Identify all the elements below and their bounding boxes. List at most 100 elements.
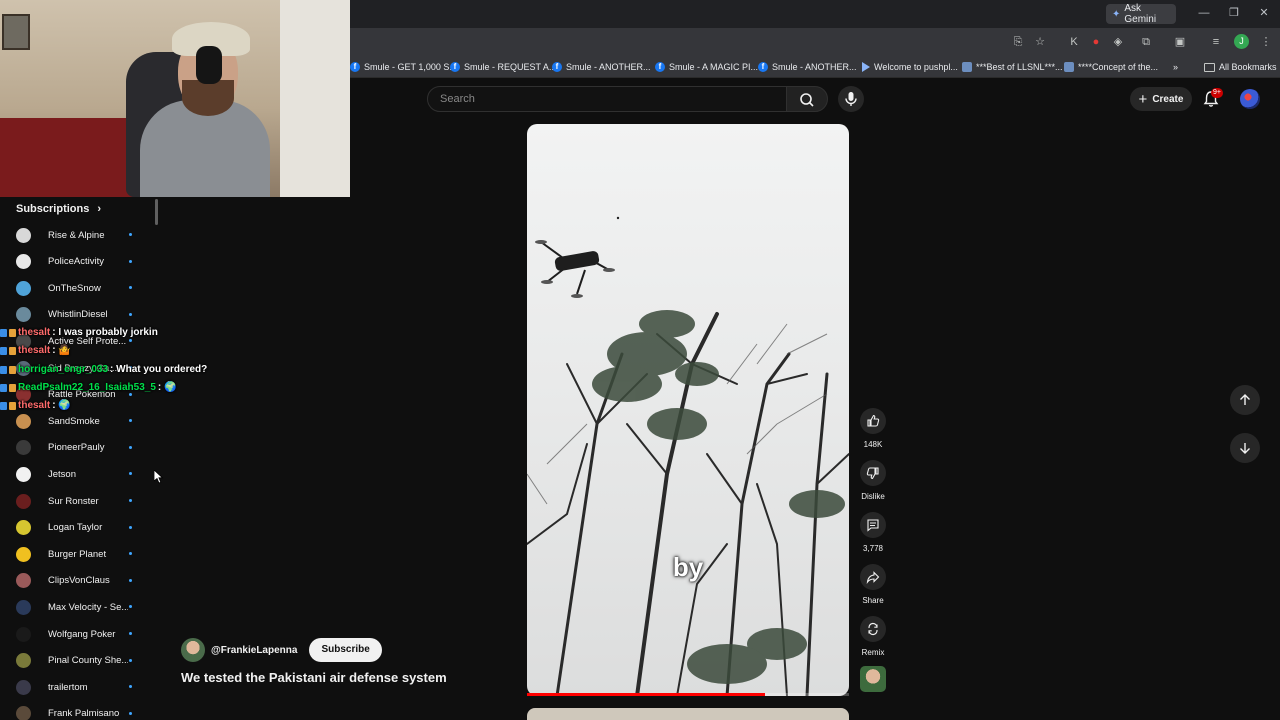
like-button[interactable] [860, 408, 886, 434]
channel-avatar[interactable] [181, 638, 205, 662]
reading-list-icon[interactable]: ≡ [1208, 34, 1224, 50]
next-short-button[interactable] [1230, 433, 1260, 463]
channel-avatar [16, 626, 31, 642]
sidebar-subscription-item[interactable]: Frank Palmisano [16, 705, 152, 720]
video-title[interactable]: We tested the Pakistani air defense syst… [181, 670, 447, 685]
sidebar-subscription-item[interactable]: ClipsVonClaus [16, 572, 152, 590]
comments-button[interactable] [860, 512, 886, 538]
comments-action: 3,778 [860, 512, 886, 553]
all-bookmarks-button[interactable]: All Bookmarks [1204, 60, 1277, 74]
bookmark-item[interactable]: ***Best of LLSNL***... [962, 60, 1063, 74]
extension-icon[interactable]: ◈ [1110, 34, 1126, 50]
extension-red-icon[interactable]: ● [1088, 34, 1104, 50]
channel-avatar [16, 413, 31, 429]
audio-source-thumbnail[interactable] [860, 666, 886, 692]
chat-username: thesalt [18, 400, 51, 411]
headphones-icon [196, 46, 222, 84]
sidebar-scrollbar[interactable] [155, 199, 158, 225]
facebook-icon: f [758, 62, 768, 72]
new-content-dot [129, 711, 132, 715]
sidebar-subscription-item[interactable]: PioneerPauly [16, 439, 152, 457]
subscription-label: Logan Taylor [48, 522, 103, 534]
bookmark-item[interactable]: f Smule - ANOTHER... [552, 60, 651, 74]
restore-window-icon[interactable]: ❐ [1222, 4, 1246, 22]
comment-count: 3,778 [862, 544, 884, 553]
share-action: Share [860, 564, 886, 605]
bookmark-item[interactable]: f Smule - GET 1,000 S... [350, 60, 457, 74]
bookmark-item[interactable]: f Smule - REQUEST A... [450, 60, 556, 74]
bookmark-item[interactable]: ****Concept of the... [1064, 60, 1158, 74]
folder-icon [1204, 62, 1215, 72]
subscriptions-sidebar: Subscriptions › Rise & Alpine PoliceActiv… [0, 197, 160, 720]
bookmark-item[interactable]: Welcome to pushpl... [862, 60, 958, 74]
microphone-icon [845, 92, 857, 106]
browser-profile-avatar[interactable]: J [1234, 34, 1249, 49]
channel-avatar [16, 679, 31, 695]
sidebar-subscription-item[interactable]: OnTheSnow [16, 279, 152, 297]
bookmark-item[interactable]: f Smule - ANOTHER... [758, 60, 857, 74]
sidebar-subscription-item[interactable]: Pinal County She... [16, 652, 152, 670]
channel-avatar [16, 280, 31, 296]
subscribe-button[interactable]: Subscribe [309, 638, 382, 662]
chat-text: : I was probably jorkin [52, 327, 158, 338]
chat-badge-icon [0, 346, 7, 355]
subscriptions-header[interactable]: Subscriptions › [16, 203, 101, 215]
remix-button[interactable] [860, 616, 886, 642]
install-app-icon[interactable]: ⎘ [1010, 34, 1026, 50]
dislike-action: Dislike [860, 460, 886, 501]
subscription-label: Burger Planet [48, 548, 107, 560]
chat-badge-icon [0, 365, 7, 374]
close-window-icon[interactable]: ✕ [1252, 4, 1276, 22]
search-box[interactable] [427, 86, 787, 112]
dislike-button[interactable] [860, 460, 886, 486]
bookmark-star-icon[interactable]: ☆ [1032, 34, 1048, 50]
chat-badge-icon [0, 401, 7, 410]
minimize-window-icon[interactable]: — [1192, 4, 1216, 22]
sidebar-subscription-item[interactable]: Sur Ronster [16, 492, 152, 510]
sidebar-subscription-item[interactable]: Burger Planet [16, 545, 152, 563]
sidebar-subscription-item[interactable]: Max Velocity - Se... [16, 598, 152, 616]
share-button[interactable] [860, 564, 886, 590]
search-icon [800, 93, 814, 107]
search-input[interactable] [440, 92, 770, 106]
video-progress-bar[interactable] [527, 693, 849, 696]
remix-action: Remix [860, 616, 886, 657]
search-button[interactable] [786, 86, 828, 112]
sidebar-subscription-item[interactable]: SandSmoke [16, 412, 152, 430]
chat-badge-icon [9, 365, 16, 374]
sidebar-subscription-item[interactable]: Jetson [16, 465, 152, 483]
sidebar-subscription-item[interactable]: Logan Taylor [16, 519, 152, 537]
sidebar-subscription-item[interactable]: WhistlinDiesel [16, 306, 152, 324]
browser-menu-icon[interactable]: ⋮ [1258, 34, 1274, 50]
bookmark-item[interactable]: f Smule - A MAGIC PI... [655, 60, 758, 74]
share-label: Share [862, 596, 884, 605]
video-frame [527, 216, 849, 696]
thumbs-down-icon [866, 467, 879, 480]
sidebar-subscription-item[interactable]: Wolfgang Poker [16, 625, 152, 643]
subscription-label: PioneerPauly [48, 442, 105, 454]
sidebar-subscription-item[interactable]: Rise & Alpine [16, 226, 152, 244]
create-button[interactable]: + Create [1130, 87, 1192, 111]
next-short-preview[interactable] [527, 708, 849, 720]
ask-gemini-button[interactable]: ✦ Ask Gemini [1106, 3, 1176, 25]
sidebar-subscription-item[interactable]: PoliceActivity [16, 253, 152, 271]
chat-badge-icon [9, 383, 16, 392]
channel-avatar [16, 599, 31, 615]
cast-icon[interactable]: ▣ [1172, 34, 1188, 50]
subscription-label: SandSmoke [48, 415, 100, 427]
chat-text: : 🤷 [52, 345, 71, 356]
channel-handle[interactable]: @FrankieLapenna [211, 645, 297, 656]
extensions-puzzle-icon[interactable]: ⧉ [1138, 34, 1154, 50]
more-bookmarks-button[interactable]: » [1173, 60, 1178, 74]
previous-short-button[interactable] [1230, 385, 1260, 415]
chevron-right-icon: › [97, 203, 102, 215]
channel-info: @FrankieLapenna Subscribe [181, 638, 382, 662]
chat-username: ReadPsalm22_16_Isaiah53_5 [18, 382, 156, 393]
short-video-player[interactable]: by [527, 124, 849, 696]
extension-k-icon[interactable]: K [1066, 34, 1082, 50]
account-avatar[interactable] [1240, 89, 1260, 109]
chat-badge-icon [0, 328, 7, 337]
sidebar-subscription-item[interactable]: trailertom [16, 678, 152, 696]
voice-search-button[interactable] [838, 86, 864, 112]
chat-badge-icon [9, 401, 16, 410]
